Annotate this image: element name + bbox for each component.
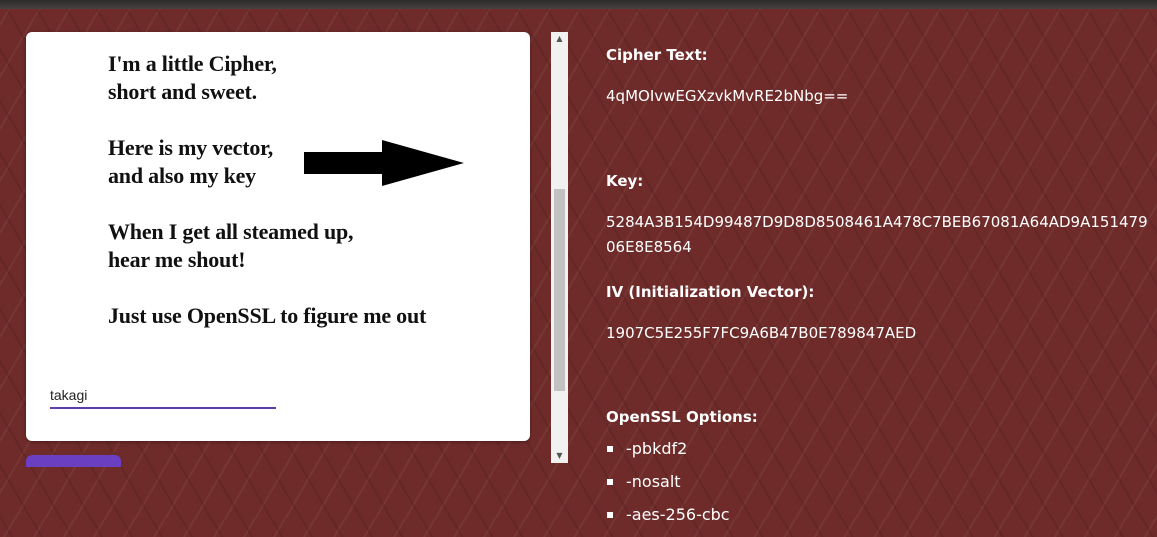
key-label: Key:: [606, 172, 644, 190]
cipher-text-value: 4qMOIvwEGXzvkMvRE2bNbg==: [606, 87, 849, 105]
scroll-up-icon[interactable]: ▲: [551, 32, 568, 46]
riddle-card: I'm a little Cipher, short and sweet. He…: [26, 32, 530, 441]
list-item: -pbkdf2: [606, 438, 730, 471]
bullet-icon: [607, 446, 613, 452]
openssl-options-label: OpenSSL Options:: [606, 408, 758, 426]
poem-gap: [108, 274, 528, 302]
poem-line: When I get all steamed up,: [108, 219, 354, 244]
list-item: -aes-256-cbc: [606, 504, 730, 537]
scrollbar[interactable]: ▲ ▼: [551, 32, 568, 463]
cipher-text-label: Cipher Text:: [606, 46, 708, 64]
right-arrow-icon: [304, 140, 464, 186]
openssl-options-list: -pbkdf2 -nosalt -aes-256-cbc: [606, 438, 730, 537]
top-bar: [0, 0, 1157, 9]
answer-input[interactable]: [50, 383, 276, 409]
iv-label: IV (Initialization Vector):: [606, 283, 815, 301]
poem-gap: [108, 106, 528, 134]
scroll-thumb[interactable]: [554, 189, 565, 391]
poem-line: hear me shout!: [108, 247, 246, 272]
poem-line: I'm a little Cipher,: [108, 51, 277, 76]
riddle-poem: I'm a little Cipher, short and sweet. He…: [108, 50, 528, 330]
submit-button[interactable]: [26, 455, 121, 467]
option-text: -pbkdf2: [626, 439, 688, 458]
bullet-icon: [607, 512, 613, 518]
option-text: -aes-256-cbc: [626, 505, 730, 524]
poem-gap: [108, 190, 528, 218]
poem-line: Just use OpenSSL to figure me out: [108, 303, 427, 328]
key-value: 5284A3B154D99487D9D8D8508461A478C7BEB670…: [606, 213, 1148, 256]
option-text: -nosalt: [626, 472, 681, 491]
bullet-icon: [607, 479, 613, 485]
scroll-down-icon[interactable]: ▼: [551, 449, 568, 463]
list-item: -nosalt: [606, 471, 730, 504]
iv-value: 1907C5E255F7FC9A6B47B0E789847AED: [606, 324, 917, 342]
poem-line: short and sweet.: [108, 79, 257, 104]
